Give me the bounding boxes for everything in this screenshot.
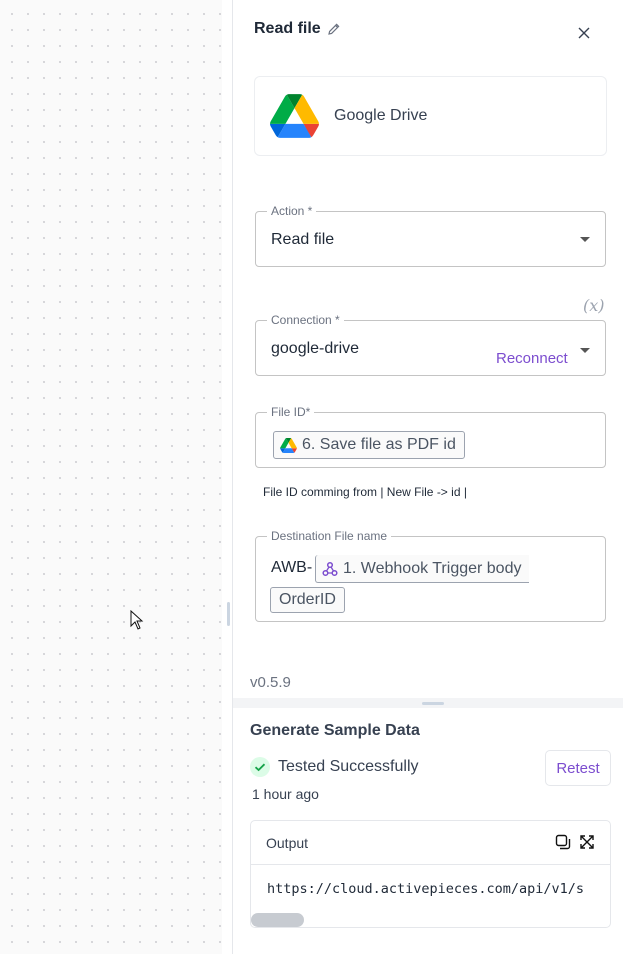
reconnect-button[interactable]: Reconnect — [496, 350, 568, 367]
action-label: Action * — [267, 204, 317, 218]
step-title[interactable]: Read file — [254, 20, 321, 38]
flow-canvas[interactable] — [0, 0, 222, 954]
file-id-input[interactable]: File ID* 6. Save file as PDF id — [255, 405, 606, 468]
expand-icon[interactable] — [579, 834, 595, 850]
file-id-label: File ID* — [267, 405, 315, 419]
chevron-down-icon[interactable] — [580, 348, 590, 353]
piece-version: v0.5.9 — [250, 674, 291, 691]
splitter-grip-icon[interactable] — [422, 702, 444, 705]
orderid-token-text: OrderID — [279, 591, 336, 608]
status-text: Tested Successfully — [278, 758, 419, 775]
panel-header: Read file — [254, 20, 341, 38]
horizontal-scrollbar[interactable] — [251, 913, 304, 927]
dynamic-value-toggle-icon[interactable]: (x) — [583, 296, 605, 315]
destination-file-name-input[interactable]: Destination File name AWB- 1. Webhook Tr… — [255, 529, 606, 622]
pencil-icon[interactable] — [327, 22, 341, 36]
file-id-token-text: 6. Save file as PDF id — [302, 436, 456, 453]
output-viewer: Output https://cloud.activepieces.com/ap… — [250, 820, 611, 928]
orderid-token-chip[interactable]: OrderID — [270, 587, 345, 613]
test-status: Tested Successfully — [250, 757, 419, 777]
piece-card: Google Drive — [254, 76, 607, 156]
file-id-token-chip[interactable]: 6. Save file as PDF id — [273, 431, 465, 459]
output-header: Output — [251, 821, 610, 865]
webhook-token-text: 1. Webhook Trigger body — [343, 559, 522, 577]
check-circle-icon — [250, 757, 270, 777]
output-text: https://cloud.activepieces.com/api/v1/s — [267, 881, 584, 897]
connection-select[interactable]: Connection * google-drive Reconnect — [255, 313, 606, 376]
output-label: Output — [266, 834, 309, 851]
google-drive-icon — [280, 437, 297, 453]
step-settings-panel: Read file Google Drive Action * Read fil… — [233, 0, 623, 954]
copy-icon[interactable] — [555, 834, 571, 850]
action-value: Read file — [271, 231, 335, 248]
piece-name: Google Drive — [334, 107, 428, 124]
sample-data-title: Generate Sample Data — [250, 722, 420, 739]
chevron-down-icon[interactable] — [580, 237, 590, 242]
retest-button[interactable]: Retest — [545, 750, 611, 786]
google-drive-logo-icon — [270, 94, 319, 138]
last-tested-time: 1 hour ago — [252, 786, 319, 802]
file-id-hint: File ID comming from | New File -> id | — [263, 485, 467, 499]
destination-prefix: AWB- — [271, 559, 313, 576]
output-body[interactable]: https://cloud.activepieces.com/api/v1/s — [251, 865, 610, 927]
destination-label: Destination File name — [267, 529, 392, 543]
mouse-cursor-icon — [130, 610, 144, 630]
panel-resize-handle[interactable] — [227, 602, 230, 626]
close-icon — [578, 27, 590, 39]
action-select[interactable]: Action * Read file — [255, 204, 606, 267]
close-button[interactable] — [573, 22, 595, 44]
webhook-token-chip[interactable]: 1. Webhook Trigger body — [315, 555, 530, 583]
connection-value: google-drive — [271, 340, 360, 357]
webhook-icon — [322, 561, 338, 576]
connection-label: Connection * — [267, 313, 344, 327]
